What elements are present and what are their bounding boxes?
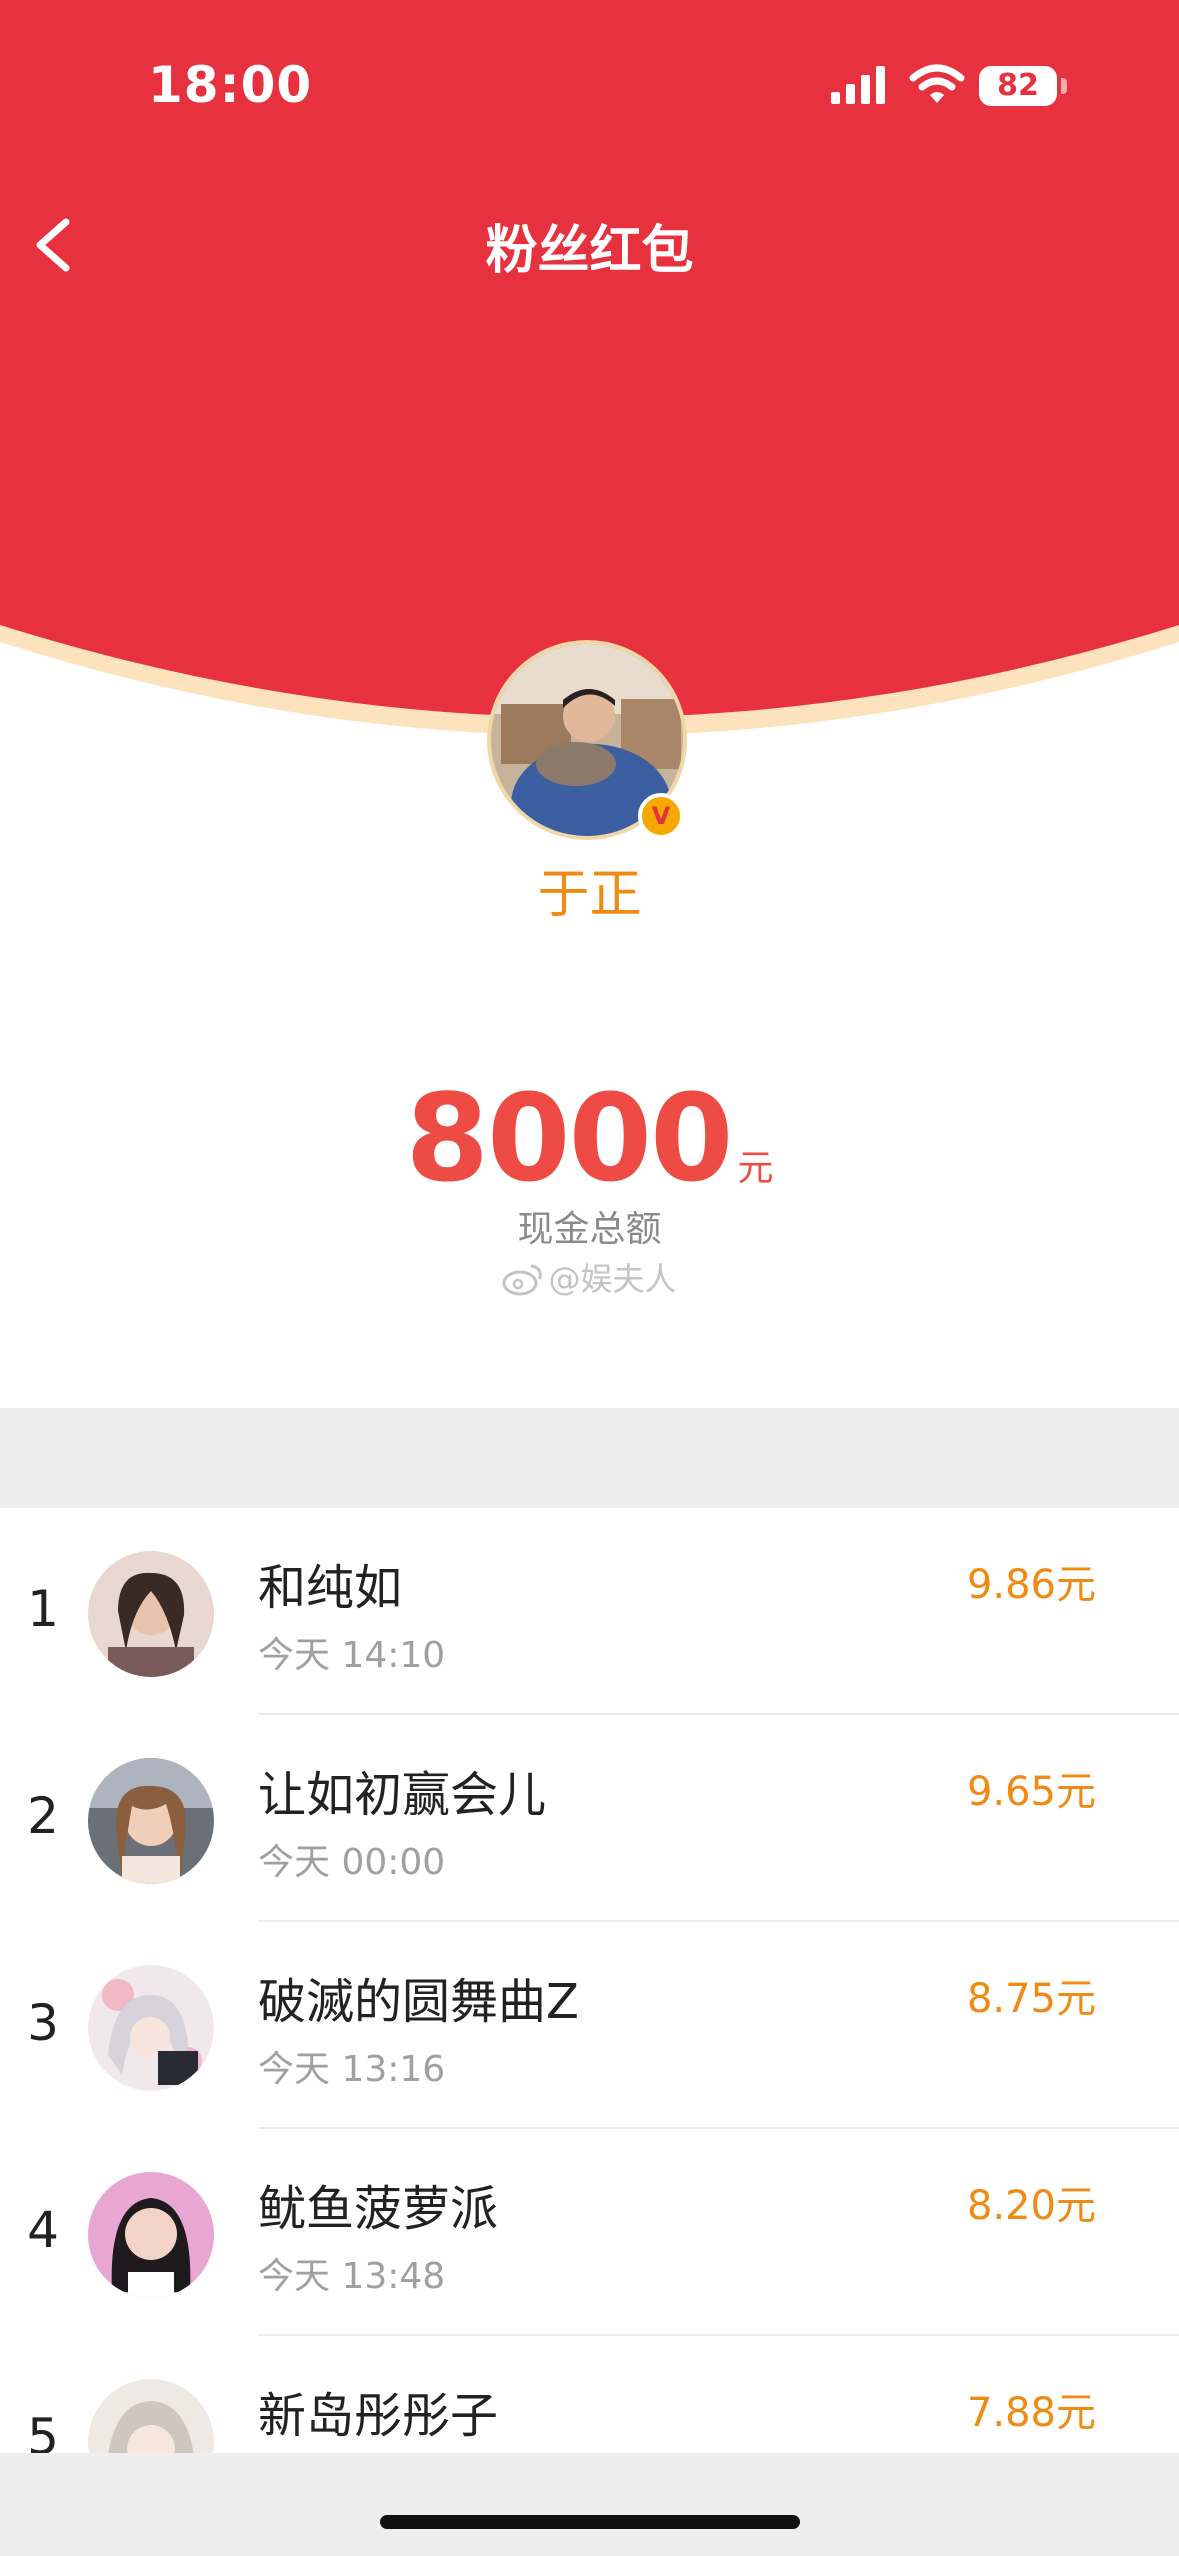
- recipient-list: 1 和纯如 今天 14:10 9.86元 2 让如初赢会儿 今天 00:00 9…: [0, 1508, 1179, 2543]
- recipient-time: 今天 00:00: [258, 1842, 446, 1883]
- recipient-name: 破滅的圆舞曲Z: [258, 1974, 579, 2030]
- recipient-time: 今天 13:48: [258, 2256, 446, 2297]
- total-amount-unit: 元: [737, 1148, 774, 1189]
- wifi-icon: [909, 64, 965, 103]
- sender-name[interactable]: 于正: [0, 852, 1179, 927]
- status-time: 18:00: [148, 56, 313, 114]
- avatar[interactable]: [88, 1965, 214, 2091]
- status-icons: 82: [829, 62, 1079, 112]
- total-amount-label: 现金总额: [517, 1209, 662, 1250]
- list-item[interactable]: 3 破滅的圆舞曲Z 今天 13:16 8.75元: [0, 1922, 1179, 2129]
- bottom-safe-area: [0, 2453, 1179, 2556]
- home-indicator[interactable]: [380, 2515, 800, 2529]
- watermark-text: @娱夫人: [548, 1260, 677, 1298]
- recipient-time: 今天 14:10: [258, 1635, 446, 1676]
- recipient-name: 让如初赢会儿: [258, 1767, 547, 1823]
- battery-icon: 82: [979, 66, 1057, 106]
- recipient-amount: 7.88元: [966, 2390, 1096, 2436]
- list-item[interactable]: 4 鱿鱼菠萝派 今天 13:48 8.20元: [0, 2129, 1179, 2336]
- avatar[interactable]: [88, 1758, 214, 1884]
- recipient-name: 和纯如: [258, 1560, 403, 1616]
- recipient-amount: 9.86元: [966, 1562, 1096, 1608]
- weibo-icon: [502, 1264, 543, 1296]
- recipient-name: 鱿鱼菠萝派: [258, 2181, 499, 2237]
- avatar-photo: [88, 1551, 214, 1677]
- list-item[interactable]: 1 和纯如 今天 14:10 9.86元: [0, 1508, 1179, 1715]
- page-title: 粉丝红包: [485, 221, 694, 281]
- avatar[interactable]: [88, 2172, 214, 2298]
- recipient-time: 今天 13:16: [258, 2049, 446, 2090]
- recipient-amount: 8.20元: [966, 2183, 1096, 2229]
- rank-number: 3: [27, 1994, 59, 2052]
- total-amount-value: 8000: [405, 1070, 734, 1209]
- avatar[interactable]: [88, 1551, 214, 1677]
- recipient-name: 新岛彤彤子: [258, 2388, 499, 2444]
- cellular-signal-icon: [831, 66, 885, 104]
- recipient-amount: 8.75元: [966, 1976, 1096, 2022]
- amount-row: 8000 元: [0, 1070, 1179, 1209]
- rank-number: 4: [27, 2201, 59, 2259]
- watermark: @娱夫人: [0, 1254, 1179, 1300]
- section-divider: [0, 1408, 1179, 1508]
- rank-number: 1: [27, 1580, 59, 1638]
- battery-cap: [1061, 78, 1067, 94]
- list-item[interactable]: 2 让如初赢会儿 今天 00:00 9.65元: [0, 1715, 1179, 1922]
- avatar-photo: [88, 2172, 214, 2298]
- rank-number: 2: [27, 1787, 59, 1845]
- verified-badge: V: [638, 793, 684, 839]
- avatar-photo: [88, 1758, 214, 1884]
- avatar-photo: [88, 1965, 214, 2091]
- recipient-amount: 9.65元: [966, 1769, 1096, 1815]
